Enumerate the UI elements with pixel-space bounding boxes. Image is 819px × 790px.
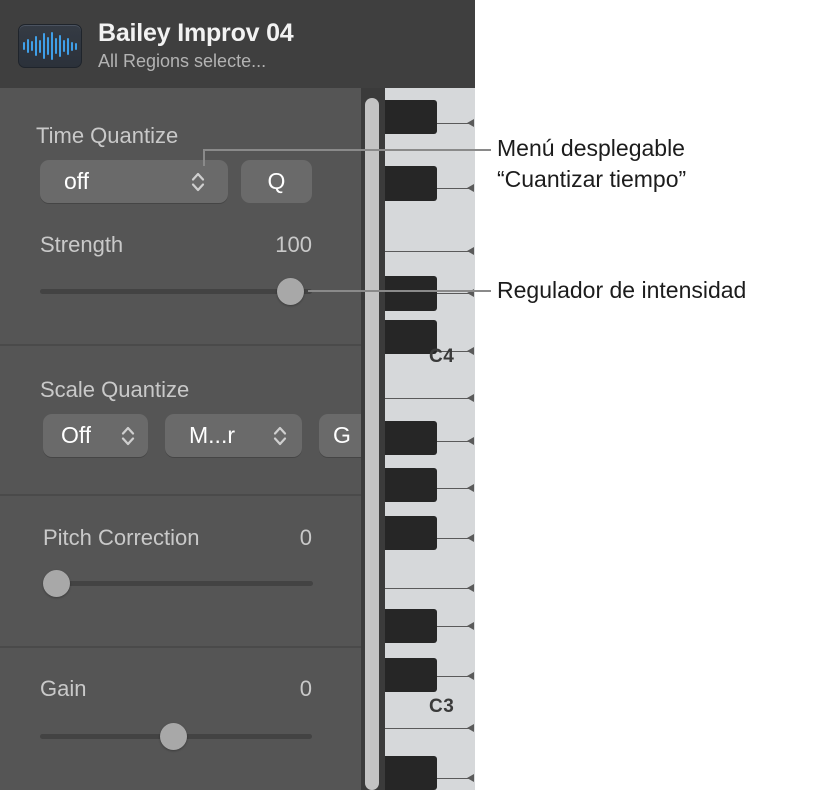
arrow-tip-icon [467, 247, 474, 255]
pitch-correction-label: Pitch Correction [43, 525, 200, 550]
section-divider [0, 494, 361, 496]
pitch-correction-value: 0 [299, 525, 312, 550]
black-key[interactable] [385, 276, 437, 311]
arrow-tip-icon [467, 534, 474, 542]
black-key[interactable] [385, 100, 437, 134]
black-key[interactable] [385, 516, 437, 550]
strength-slider[interactable] [40, 278, 312, 305]
arrow-tip-icon [467, 347, 474, 355]
key-separator-line [385, 247, 474, 255]
scale-quantize-root-value: Off [61, 422, 92, 448]
key-label-c3: C3 [429, 696, 455, 717]
vertical-scrollbar[interactable] [365, 98, 379, 790]
arrow-tip-icon [467, 672, 474, 680]
strength-value: 100 [275, 232, 312, 257]
time-quantize-dropdown-value: off [64, 168, 90, 194]
callout-line-2: “Cuantizar tiempo” [497, 166, 687, 192]
chevron-updown-icon [120, 424, 136, 448]
callout-line-1: Menú desplegable [497, 135, 685, 161]
black-key[interactable] [385, 421, 437, 455]
gain-slider-knob[interactable] [160, 723, 187, 750]
key-separator-line [385, 394, 474, 402]
arrow-tip-icon [467, 394, 474, 402]
gain-label: Gain [40, 676, 87, 701]
audio-waveform-icon [18, 24, 82, 68]
callout-line-1: Regulador de intensidad [497, 277, 747, 303]
arrow-tip-icon [467, 622, 474, 630]
callout-label-strength-slider: Regulador de intensidad [497, 275, 746, 306]
callout-leader-horizontal-1 [203, 149, 491, 151]
selection-status: All Regions selecte... [98, 51, 267, 71]
black-key[interactable] [385, 658, 437, 692]
scale-quantize-label: Scale Quantize [40, 377, 190, 402]
callout-leader-vertical-1 [203, 150, 205, 166]
chevron-updown-icon [190, 170, 206, 194]
chevron-updown-icon [272, 424, 288, 448]
arrow-tip-icon [467, 184, 474, 192]
piano-roll-header-spacer [361, 0, 475, 88]
time-quantize-dropdown[interactable]: off [40, 160, 228, 203]
black-key[interactable] [385, 166, 437, 201]
title-block: Bailey Improv 04 All Regions selecte... [98, 18, 368, 73]
arrow-tip-icon [467, 724, 474, 732]
arrow-tip-icon [467, 774, 474, 782]
key-separator-line [385, 584, 474, 592]
piano-roll-keyboard: C4 C3 [361, 0, 475, 790]
key-label-c4: C4 [429, 346, 455, 367]
callout-leader-horizontal-2 [308, 290, 491, 292]
strength-slider-track [40, 289, 312, 294]
black-key[interactable] [385, 756, 437, 790]
section-divider [0, 344, 361, 346]
key-separator-line [385, 724, 474, 732]
scale-quantize-mode-value: M...r [189, 422, 235, 448]
pitch-correction-slider-knob[interactable] [43, 570, 70, 597]
audio-editor-inspector-panel: Bailey Improv 04 All Regions selecte... … [0, 0, 445, 790]
scale-quantize-root-dropdown[interactable]: Off [43, 414, 148, 457]
screenshot-root: Bailey Improv 04 All Regions selecte... … [0, 0, 819, 790]
section-divider [0, 646, 361, 648]
scale-quantize-mode-dropdown[interactable]: M...r [165, 414, 302, 457]
pitch-correction-slider-track [43, 581, 313, 586]
gain-value: 0 [299, 676, 312, 701]
arrow-tip-icon [467, 119, 474, 127]
black-key[interactable] [385, 609, 437, 643]
strength-slider-knob[interactable] [277, 278, 304, 305]
black-key[interactable] [385, 468, 437, 502]
callout-label-time-quantize: Menú desplegable “Cuantizar tiempo” [497, 133, 686, 195]
page-title: Bailey Improv 04 [98, 19, 294, 47]
arrow-tip-icon [467, 584, 474, 592]
pitch-correction-slider[interactable] [43, 570, 313, 597]
time-quantize-label: Time Quantize [36, 123, 179, 148]
piano-keybed: C4 C3 [385, 88, 475, 790]
quantize-q-button[interactable]: Q [241, 160, 312, 203]
strength-label: Strength [40, 232, 124, 257]
panel-header: Bailey Improv 04 All Regions selecte... [0, 0, 445, 88]
gain-slider[interactable] [40, 723, 312, 750]
arrow-tip-icon [467, 437, 474, 445]
arrow-tip-icon [467, 484, 474, 492]
scale-quantize-third-value: G [333, 422, 351, 448]
